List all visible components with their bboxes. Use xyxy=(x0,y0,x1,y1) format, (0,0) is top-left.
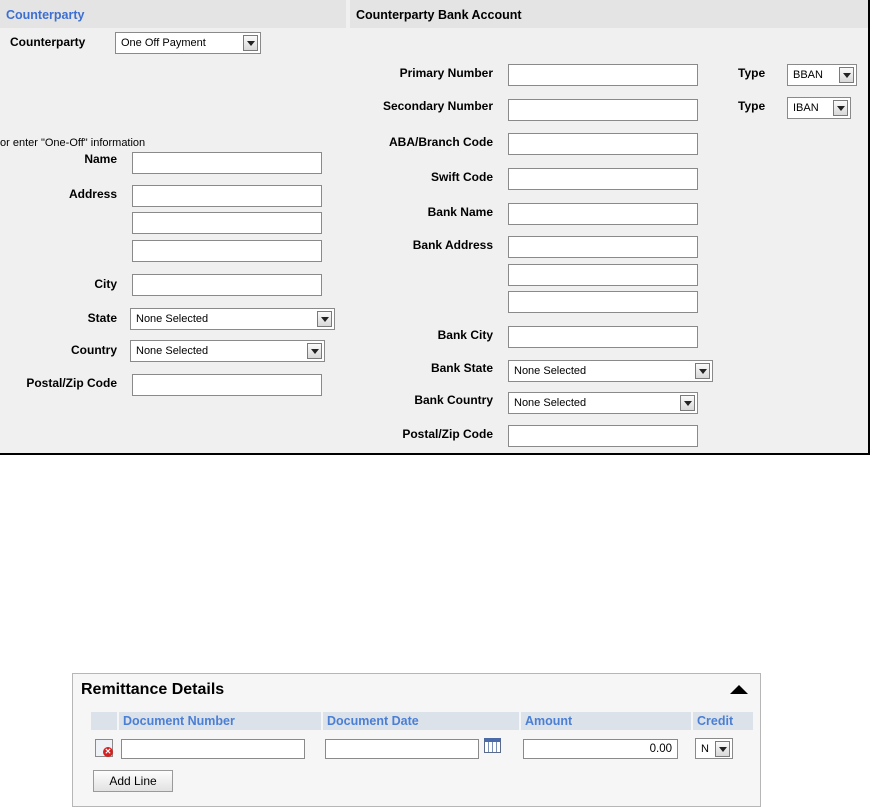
primary-type-value: BBAN xyxy=(793,69,823,81)
primary-number-label: Primary Number xyxy=(399,66,493,80)
swift-code-label: Swift Code xyxy=(431,170,493,184)
delete-row-icon[interactable]: ✕ xyxy=(95,739,113,757)
primary-type-label: Type xyxy=(738,66,766,80)
dropdown-arrow-icon[interactable] xyxy=(715,741,730,757)
primary-type-select[interactable]: BBAN xyxy=(787,64,857,86)
bank-country-select[interactable]: None Selected xyxy=(508,392,698,414)
dropdown-arrow-icon[interactable] xyxy=(680,395,695,411)
bank-state-label: Bank State xyxy=(430,361,493,375)
bank-address-line-2-field[interactable] xyxy=(508,264,698,286)
aba-code-field[interactable] xyxy=(508,133,698,155)
remittance-details-panel: Remittance Details Document Number Docum… xyxy=(72,673,761,807)
bank-state-select[interactable]: None Selected xyxy=(508,360,713,382)
credit-select-value: N xyxy=(701,743,709,755)
bank-city-label: Bank City xyxy=(437,328,493,342)
name-label: Name xyxy=(84,152,117,166)
city-label: City xyxy=(94,277,117,291)
swift-code-field[interactable] xyxy=(508,168,698,190)
oneoff-note: or enter "One-Off" information xyxy=(0,137,146,149)
secondary-type-select[interactable]: IBAN xyxy=(787,97,851,119)
document-date-field[interactable] xyxy=(325,739,479,759)
dropdown-arrow-icon[interactable] xyxy=(839,67,854,83)
dropdown-arrow-icon[interactable] xyxy=(695,363,710,379)
state-label: State xyxy=(87,311,117,325)
country-label: Country xyxy=(71,343,117,357)
primary-number-field[interactable] xyxy=(508,64,698,86)
address-label: Address xyxy=(68,187,117,201)
postal-field[interactable] xyxy=(132,374,322,396)
bank-country-label: Bank Country xyxy=(414,393,493,407)
column-header-document-number[interactable]: Document Number xyxy=(119,712,321,730)
city-field[interactable] xyxy=(132,274,322,296)
dropdown-arrow-icon[interactable] xyxy=(243,35,258,51)
bank-address-label: Bank Address xyxy=(412,238,493,252)
country-select-value: None Selected xyxy=(136,345,209,357)
remittance-title: Remittance Details xyxy=(81,681,225,698)
bank-name-field[interactable] xyxy=(508,203,698,225)
bank-account-header: Counterparty Bank Account xyxy=(350,0,868,28)
bank-state-select-value: None Selected xyxy=(514,365,587,377)
state-select[interactable]: None Selected xyxy=(130,308,335,330)
bank-country-select-value: None Selected xyxy=(514,397,587,409)
row-actions-header xyxy=(91,712,117,730)
dropdown-arrow-icon[interactable] xyxy=(307,343,322,359)
document-number-field[interactable] xyxy=(121,739,305,759)
amount-field[interactable]: 0.00 xyxy=(523,739,678,759)
column-header-credit[interactable]: Credit xyxy=(693,712,753,730)
add-line-button[interactable]: Add Line xyxy=(93,770,173,792)
bank-address-line-1-field[interactable] xyxy=(508,236,698,258)
counterparty-label: Counterparty xyxy=(10,35,86,49)
credit-select[interactable]: N xyxy=(695,738,733,759)
address-line-3-field[interactable] xyxy=(132,240,322,262)
bank-postal-field[interactable] xyxy=(508,425,698,447)
counterparty-select-value: One Off Payment xyxy=(121,37,206,49)
secondary-type-label: Type xyxy=(738,99,766,113)
bank-city-field[interactable] xyxy=(508,326,698,348)
dropdown-arrow-icon[interactable] xyxy=(833,100,848,116)
address-line-2-field[interactable] xyxy=(132,212,322,234)
postal-label: Postal/Zip Code xyxy=(26,376,117,390)
column-header-amount[interactable]: Amount xyxy=(521,712,691,730)
address-line-1-field[interactable] xyxy=(132,185,322,207)
state-select-value: None Selected xyxy=(136,313,209,325)
column-header-document-date[interactable]: Document Date xyxy=(323,712,519,730)
aba-code-label: ABA/Branch Code xyxy=(388,135,493,149)
bank-postal-label: Postal/Zip Code xyxy=(402,427,493,441)
bank-address-line-3-field[interactable] xyxy=(508,291,698,313)
counterparty-header: Counterparty xyxy=(0,0,346,28)
dropdown-arrow-icon[interactable] xyxy=(317,311,332,327)
name-field[interactable] xyxy=(132,152,322,174)
counterparty-select[interactable]: One Off Payment xyxy=(115,32,261,54)
secondary-number-label: Secondary Number xyxy=(382,99,493,113)
country-select[interactable]: None Selected xyxy=(130,340,325,362)
secondary-number-field[interactable] xyxy=(508,99,698,121)
secondary-type-value: IBAN xyxy=(793,102,819,114)
calendar-icon[interactable] xyxy=(484,738,501,753)
collapse-arrow-icon[interactable] xyxy=(730,685,748,694)
bank-name-label: Bank Name xyxy=(427,205,493,219)
